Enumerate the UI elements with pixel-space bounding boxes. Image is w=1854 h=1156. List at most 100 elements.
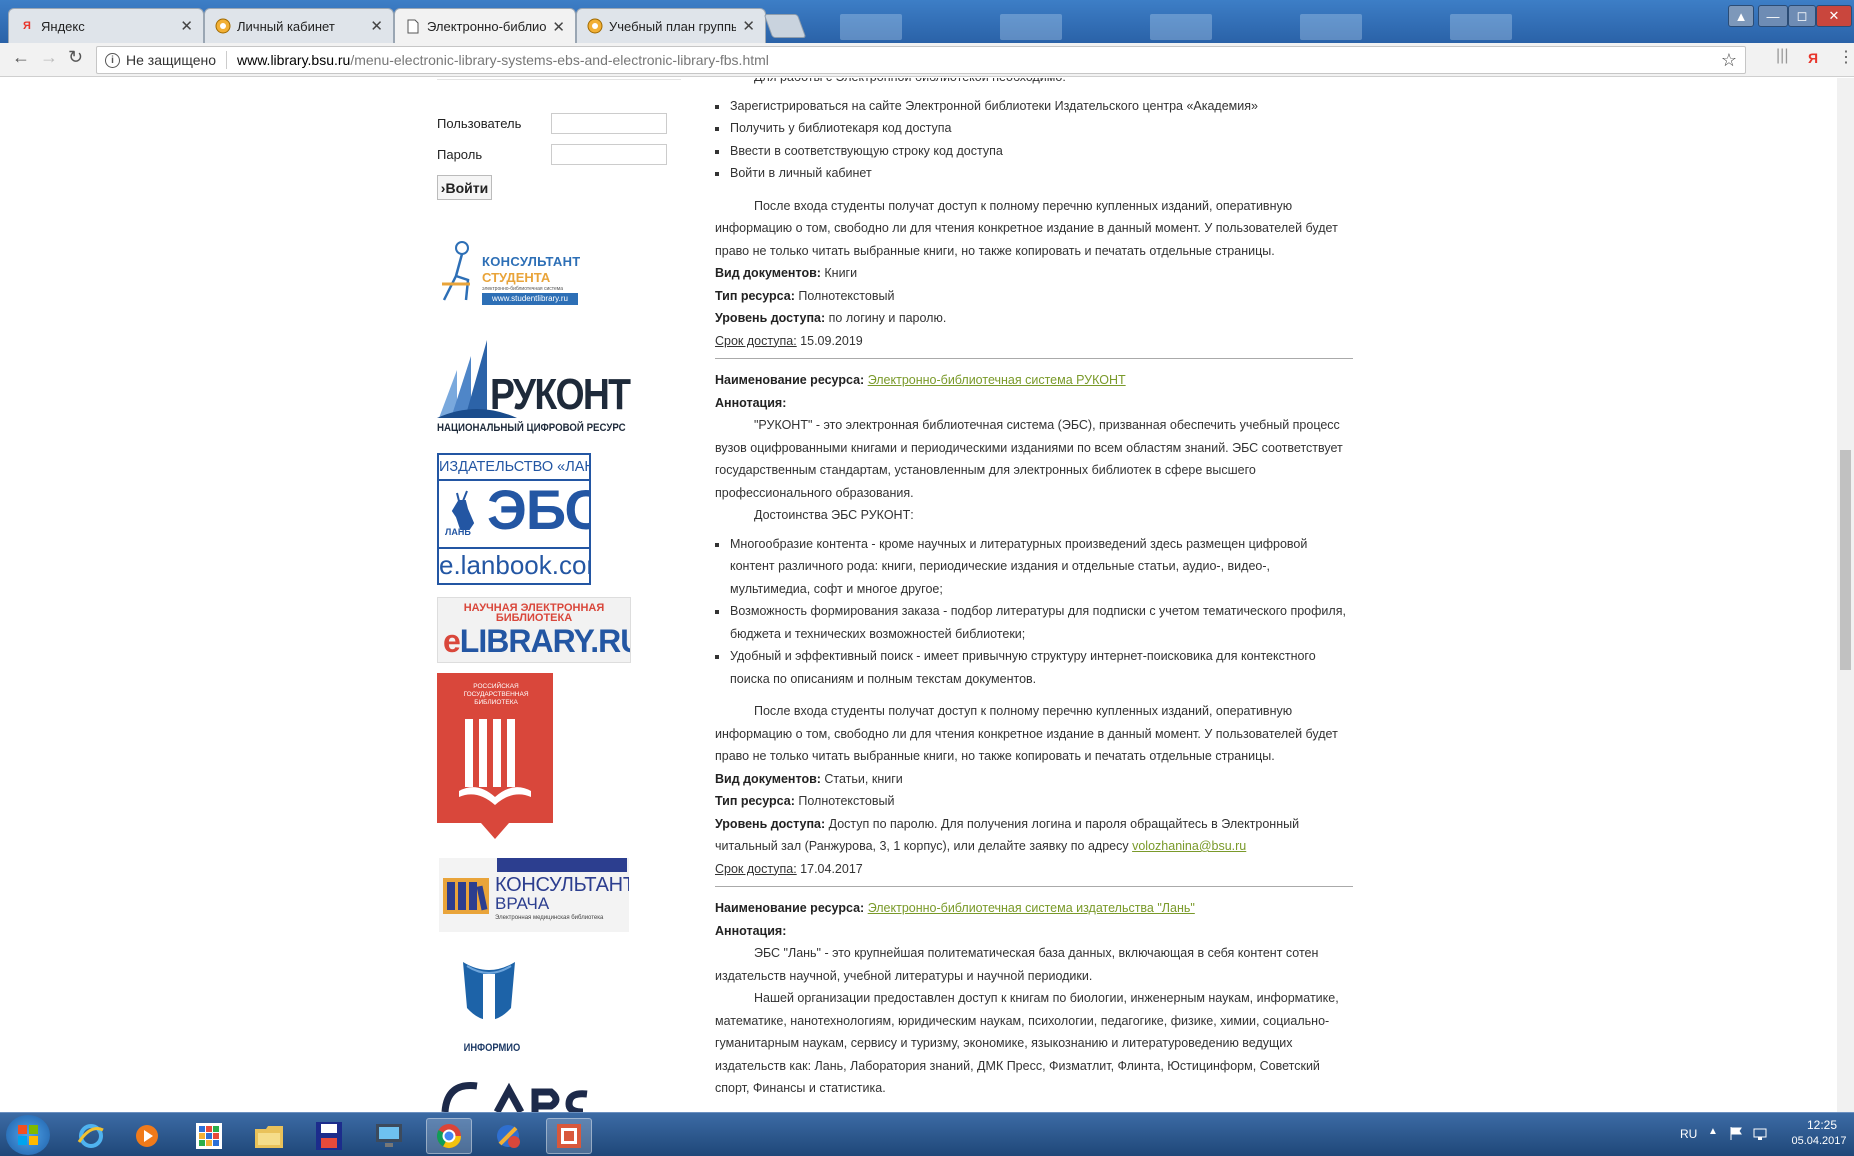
language-indicator[interactable]: RU — [1680, 1127, 1697, 1141]
konsultant-studenta-banner[interactable]: КОНСУЛЬТАНТ СТУДЕНТА электронно-библиоте… — [440, 240, 580, 312]
lan-ebs: ЭБС — [487, 478, 589, 541]
network-icon[interactable] — [1752, 1125, 1768, 1144]
section3-name: Наименование ресурса: Электронно-библиот… — [715, 897, 1353, 920]
list-item: Зарегистрироваться на сайте Электронной … — [715, 95, 1353, 118]
lan-publisher: ИЗДАТЕЛЬСТВО «ЛАНЬ» — [439, 459, 589, 475]
divider — [715, 886, 1353, 887]
field-label: Срок доступа: — [715, 333, 797, 348]
close-icon[interactable]: ✕ — [180, 17, 193, 35]
info-icon[interactable]: i — [105, 52, 120, 68]
konsultant-vracha-banner[interactable]: КОНСУЛЬТАНТ ВРАЧА Электронная медицинска… — [439, 858, 629, 932]
rukont-banner[interactable]: РУКОНТ НАЦИОНАЛЬНЫЙ ЦИФРОВОЙ РЕСУРС — [437, 340, 635, 440]
windows-taskbar: RU ▲ 12:25 05.04.2017 — [0, 1112, 1854, 1156]
browser-toolbar: ← → ↻ i Не защищено www.library.bsu.ru/m… — [0, 43, 1854, 77]
field-label: Наименование ресурса: — [715, 373, 865, 387]
new-tab-button[interactable] — [763, 14, 807, 38]
section3-annotation: ЭБС "Лань" - это крупнейшая политематиче… — [715, 946, 1319, 983]
lan-banner[interactable]: ИЗДАТЕЛЬСТВО «ЛАНЬ» ЛАНЬ ЭБС e.lanbook.c… — [437, 453, 591, 585]
ie-icon[interactable] — [68, 1118, 114, 1154]
maximize-button[interactable]: ◻ — [1788, 5, 1816, 27]
section1-steps: Зарегистрироваться на сайте Электронной … — [715, 95, 1353, 185]
scroll-thumb[interactable] — [1840, 450, 1851, 670]
address-bar[interactable]: i Не защищено www.library.bsu.ru/menu-el… — [96, 46, 1746, 74]
field-value: Книги — [820, 266, 858, 280]
flag-icon[interactable] — [1728, 1125, 1744, 1144]
elibrary-banner[interactable]: НАУЧНАЯ ЭЛЕКТРОННАЯ БИБЛИОТЕКА eLIBRARY.… — [437, 597, 631, 663]
presentation-icon[interactable] — [546, 1118, 592, 1154]
section2-advantages: Многообразие контента - кроме научных и … — [715, 533, 1353, 691]
field-label: Уровень доступа: — [715, 311, 826, 325]
login-button[interactable]: ›Войти — [437, 175, 492, 200]
field-label: Срок доступа: — [715, 861, 797, 876]
bookmark-star-icon[interactable]: ☆ — [1721, 50, 1737, 71]
section1-doc-type: Вид документов: Книги — [715, 262, 1353, 285]
close-icon[interactable]: ✕ — [370, 17, 383, 35]
close-icon[interactable]: ✕ — [742, 17, 755, 35]
divider — [437, 78, 681, 80]
yandex-icon: Я — [23, 20, 31, 32]
informio-logo-icon — [463, 962, 515, 1024]
explorer-icon[interactable] — [246, 1118, 292, 1154]
yandex-extension-icon[interactable]: Я — [1808, 50, 1818, 66]
field-label: Тип ресурса: — [715, 794, 795, 808]
security-label: Не защищено — [126, 52, 216, 68]
rgb-banner[interactable]: РОССИЙСКАЯ ГОСУДАРСТВЕННАЯ БИБЛИОТЕКА — [437, 673, 555, 841]
tab-study-plan[interactable]: Учебный план группы ( ✕ — [576, 8, 766, 43]
section1-term: Срок доступа: 15.09.2019 — [715, 330, 1353, 353]
email-link[interactable]: volozhanina@bsu.ru — [1132, 839, 1246, 853]
floppy-icon[interactable] — [306, 1118, 352, 1154]
tab-title: Учебный план группы ( — [609, 18, 737, 34]
bsu-icon — [215, 18, 231, 34]
browser-tab-strip: Я Яндекс ✕ Личный кабинет ✕ Электронно-б… — [0, 0, 1854, 43]
vracha-line2: ВРАЧА — [495, 894, 550, 913]
monitor-icon[interactable] — [366, 1118, 412, 1154]
forward-icon[interactable]: → — [40, 47, 58, 68]
page-icon — [405, 19, 421, 35]
show-hidden-icons-icon[interactable]: ▲ — [1708, 1126, 1718, 1137]
divider — [439, 547, 589, 549]
section1-resource-type: Тип ресурса: Полнотекстовый — [715, 285, 1353, 308]
tab-yandex[interactable]: Я Яндекс ✕ — [8, 8, 204, 43]
menu-icon[interactable]: ⋮ — [1838, 47, 1854, 67]
clock-time[interactable]: 12:25 — [1794, 1118, 1850, 1132]
user-icon[interactable]: ▲ — [1728, 5, 1754, 27]
field-value: 15.09.2019 — [796, 333, 863, 348]
rukont-subtitle: НАЦИОНАЛЬНЫЙ ЦИФРОВОЙ РЕСУРС — [437, 422, 626, 434]
media-player-icon[interactable] — [124, 1118, 170, 1154]
plus-icon[interactable] — [486, 1118, 532, 1154]
section1-intro: Для работы с Электронной библиотекой нео… — [715, 78, 1353, 89]
lan-url: e.lanbook.com — [439, 550, 589, 580]
bookmarks-panel-icon[interactable]: ||| — [1776, 47, 1788, 65]
close-icon[interactable]: ✕ — [552, 18, 565, 36]
windows-start-icon[interactable] — [6, 1115, 50, 1155]
lan-link[interactable]: Электронно-библиотечная система издатель… — [868, 901, 1195, 915]
elibrary-title: eLIBRARY.RU — [443, 623, 630, 660]
section3-access: Нашей организации предоставлен доступ к … — [715, 991, 1339, 1095]
rukont-link[interactable]: Электронно-библиотечная система РУКОНТ — [868, 373, 1126, 387]
partial-banner[interactable] — [437, 1078, 607, 1112]
chrome-icon[interactable] — [426, 1118, 472, 1154]
elibrary-name: LIBRARY — [459, 623, 591, 659]
list-item: Удобный и эффективный поиск - имеет прив… — [715, 645, 1353, 690]
close-window-button[interactable]: ✕ — [1816, 5, 1852, 27]
minimize-button[interactable]: — — [1758, 5, 1788, 27]
tab-title: Электронно-библиоте — [427, 19, 547, 34]
clock-date[interactable]: 05.04.2017 — [1784, 1135, 1854, 1147]
back-icon[interactable]: ← — [12, 47, 30, 68]
tab-electronic-library[interactable]: Электронно-библиоте ✕ — [394, 8, 576, 43]
url-path: /menu-electronic-library-systems-ebs-and… — [350, 52, 769, 68]
books-icon — [443, 878, 489, 914]
password-field[interactable] — [551, 144, 667, 165]
tab-personal-cabinet[interactable]: Личный кабинет ✕ — [204, 8, 394, 43]
field-label: Наименование ресурса: — [715, 901, 865, 915]
konsultant-line1: КОНСУЛЬТАНТ — [482, 254, 580, 269]
list-item: Возможность формирования заказа - подбор… — [715, 600, 1353, 645]
section2-resource-type: Тип ресурса: Полнотекстовый — [715, 790, 1353, 813]
reload-icon[interactable]: ↻ — [68, 47, 83, 68]
informio-banner[interactable]: ИНФОРМИО — [455, 958, 529, 1058]
background-decoration — [1450, 14, 1512, 40]
tiles-icon[interactable] — [186, 1118, 232, 1154]
page-scrollbar[interactable] — [1837, 78, 1854, 1112]
username-field[interactable] — [551, 113, 667, 134]
field-value: Статьи, книги — [820, 771, 903, 786]
